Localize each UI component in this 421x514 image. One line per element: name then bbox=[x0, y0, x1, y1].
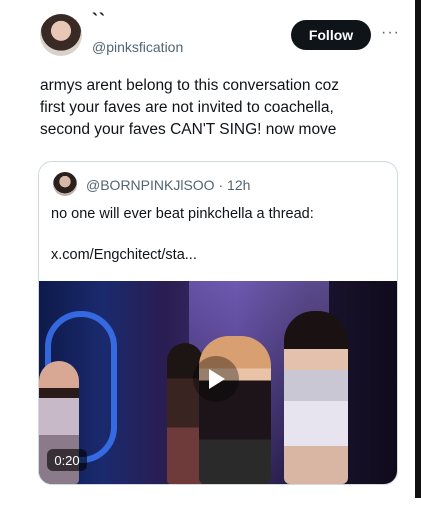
quoted-author-line: @BORNPINKJlSOO · 12h bbox=[86, 177, 250, 193]
play-icon[interactable] bbox=[193, 356, 239, 402]
tweet-line: first your faves are not invited to coac… bbox=[40, 99, 334, 116]
author-handle[interactable]: @pinksfication bbox=[92, 39, 183, 55]
tweet-line: second your faves CAN'T SING! now move bbox=[40, 121, 337, 138]
follow-button[interactable]: Follow bbox=[291, 20, 371, 50]
tweet-line: armys arent belong to this conversation … bbox=[40, 77, 339, 94]
performer-figure bbox=[284, 311, 348, 484]
quoted-tweet-link[interactable]: x.com/Engchitect/sta... bbox=[51, 247, 197, 263]
quoted-separator: · bbox=[218, 177, 224, 193]
author-avatar[interactable] bbox=[40, 14, 82, 56]
video-player[interactable]: 0:20 bbox=[39, 281, 397, 484]
author-display-name[interactable]: `` bbox=[92, 10, 106, 31]
bottom-margin bbox=[0, 498, 421, 514]
quoted-author-handle: @BORNPINKJlSOO bbox=[86, 177, 215, 193]
more-horizontal-icon[interactable]: ··· bbox=[381, 24, 400, 42]
tweet-text: armys arent belong to this conversation … bbox=[40, 75, 410, 141]
quoted-tweet-text: no one will ever beat pinkchella a threa… bbox=[51, 206, 314, 222]
video-duration: 0:20 bbox=[47, 449, 87, 471]
quoted-tweet-card[interactable]: @BORNPINKJlSOO · 12h no one will ever be… bbox=[38, 161, 398, 485]
quoted-timestamp: 12h bbox=[227, 177, 251, 193]
right-edge-bar bbox=[415, 0, 421, 498]
quoted-author-avatar bbox=[53, 172, 77, 196]
